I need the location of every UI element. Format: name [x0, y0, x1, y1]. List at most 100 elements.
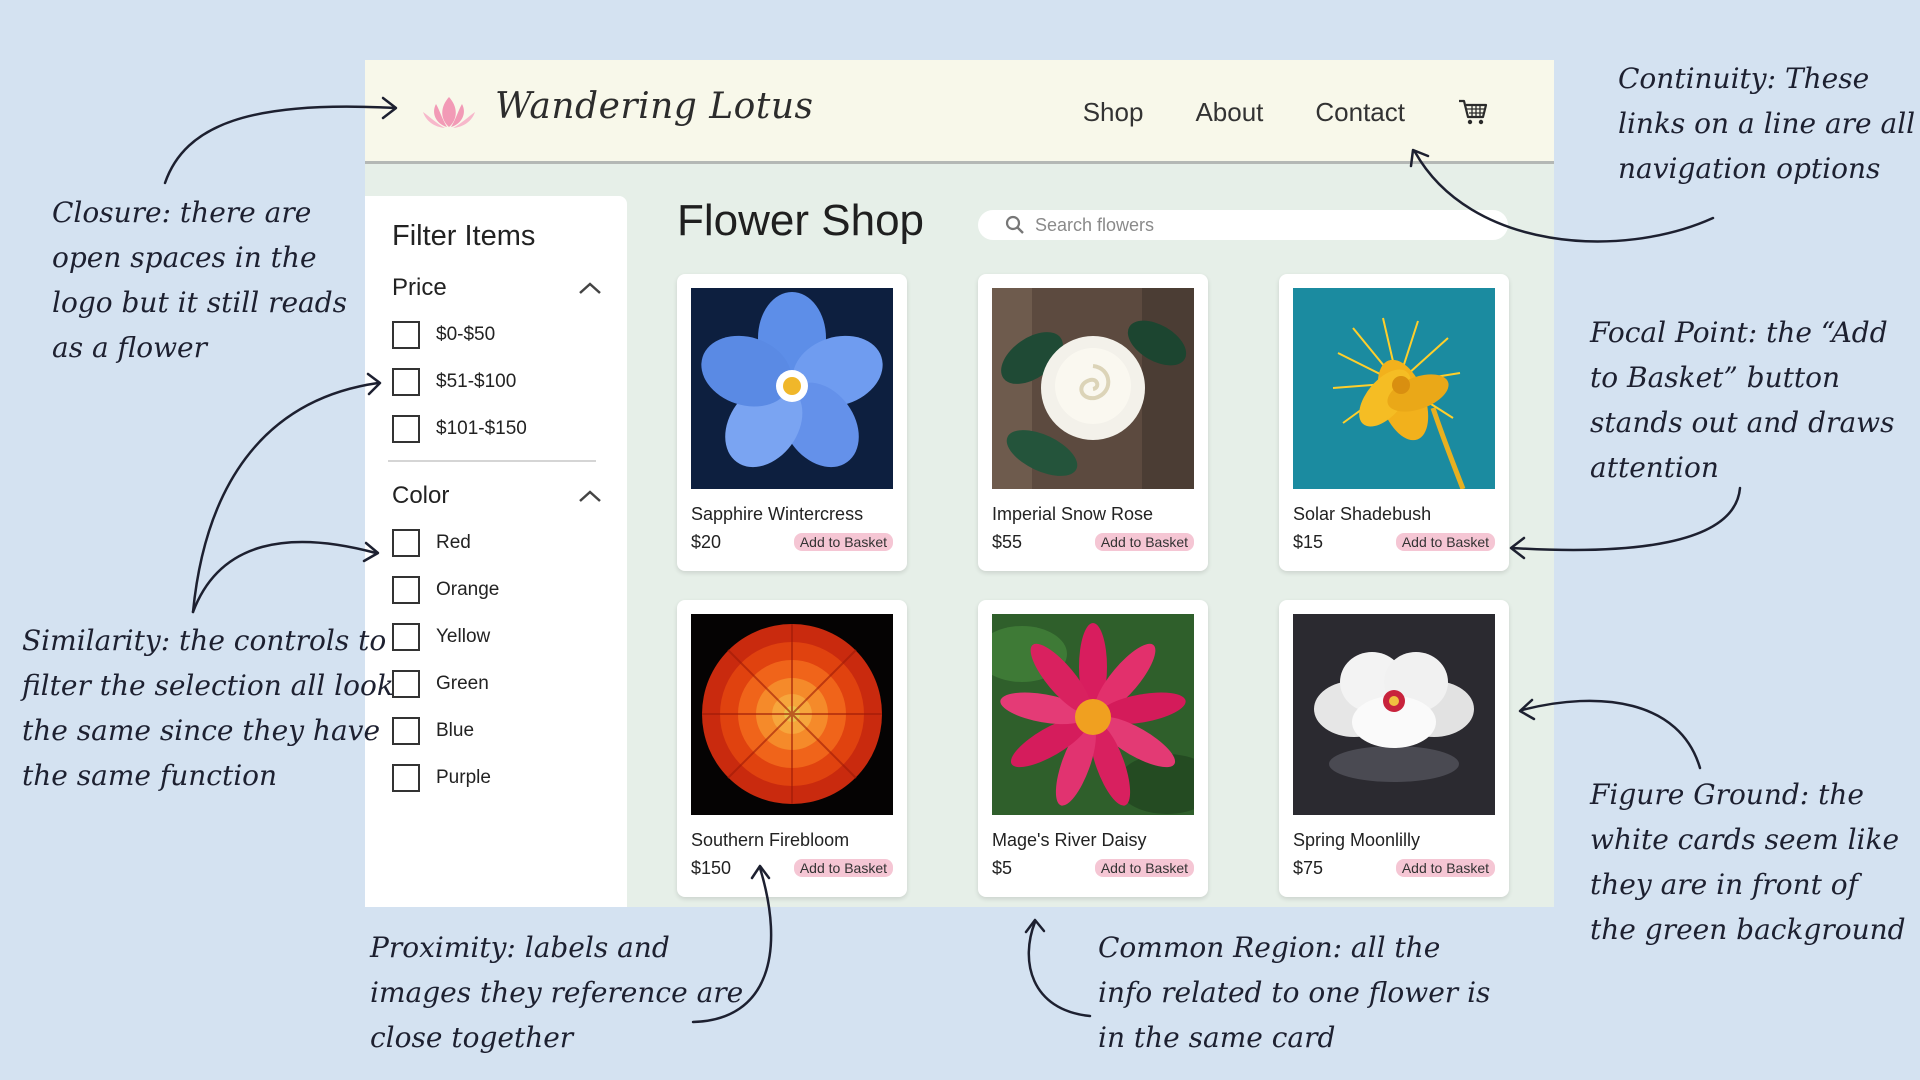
annotation-line: stands out and draws	[1590, 406, 1895, 439]
add-to-basket-button[interactable]: Add to Basket	[793, 859, 893, 877]
product-card[interactable]: Imperial Snow Rose $55 Add to Basket	[978, 274, 1208, 571]
add-to-basket-button[interactable]: Add to Basket	[1395, 859, 1495, 877]
checkbox[interactable]	[392, 717, 420, 745]
product-card[interactable]: Southern Firebloom $150 Add to Basket	[677, 600, 907, 897]
product-price: $150	[691, 858, 732, 878]
main-nav: Shop About Contact	[1083, 60, 1489, 164]
price-filter-label: Price	[392, 274, 447, 301]
nav-about-link[interactable]: About	[1195, 97, 1263, 128]
flower-shop-app: Wandering Lotus Shop About Contact Filte…	[365, 60, 1554, 907]
annotation-similarity: Similarity: the controls to filter the s…	[22, 618, 394, 798]
checkbox[interactable]	[392, 670, 420, 698]
annotation-line: Proximity: labels and	[370, 931, 670, 964]
annotation-closure: Closure: there are open spaces in the lo…	[52, 190, 347, 370]
checkbox[interactable]	[392, 529, 420, 557]
flower-image[interactable]	[691, 288, 893, 489]
flower-image[interactable]	[992, 614, 1194, 815]
cart-icon[interactable]	[1457, 96, 1489, 128]
color-option[interactable]: Green	[392, 670, 489, 698]
similarity-arrow-b	[191, 540, 378, 614]
checkbox[interactable]	[392, 576, 420, 604]
chevron-up-icon[interactable]	[578, 281, 602, 295]
color-option-label: Purple	[436, 767, 491, 788]
annotation-line: Continuity: These	[1618, 62, 1870, 95]
product-card[interactable]: Sapphire Wintercress $20 Add to Basket	[677, 274, 907, 571]
color-option[interactable]: Blue	[392, 717, 474, 745]
product-name: Spring Moonlilly	[1293, 830, 1421, 850]
nav-contact-link[interactable]: Contact	[1315, 97, 1405, 128]
color-option[interactable]: Red	[392, 529, 471, 557]
page-title: Flower Shop	[677, 196, 925, 245]
similarity-arrow-a	[191, 381, 380, 614]
product-card[interactable]: Solar Shadebush $15 Add to Basket	[1279, 274, 1509, 571]
search-placeholder: Search flowers	[1035, 214, 1155, 235]
annotation-common-region: Common Region: all the info related to o…	[1098, 925, 1490, 1060]
annotation-line: Figure Ground: the	[1590, 778, 1864, 811]
price-filter-header[interactable]: Price	[392, 274, 602, 302]
product-price: $5	[992, 858, 1013, 878]
add-to-basket-button[interactable]: Add to Basket	[1094, 533, 1194, 551]
color-option-label: Red	[436, 532, 471, 553]
annotation-line: they are in front of	[1590, 868, 1859, 901]
annotation-line: close together	[370, 1021, 574, 1054]
price-option[interactable]: $51-$100	[392, 368, 516, 396]
closure-arrow	[163, 105, 397, 185]
color-option-label: Green	[436, 673, 489, 694]
annotation-line: the same function	[22, 759, 278, 792]
checkbox[interactable]	[392, 368, 420, 396]
price-option-label: $51-$100	[436, 371, 517, 392]
annotation-line: open spaces in the	[52, 241, 317, 274]
checkbox[interactable]	[392, 764, 420, 792]
product-card[interactable]: Spring Moonlilly $75 Add to Basket	[1279, 600, 1509, 897]
nav-shop-link[interactable]: Shop	[1083, 97, 1144, 128]
search-input[interactable]: Search flowers	[978, 210, 1508, 240]
annotation-line: links on a line are all	[1618, 107, 1916, 140]
product-price: $55	[992, 532, 1023, 552]
annotation-line: Common Region: all the	[1098, 931, 1441, 964]
annotation-line: info related to one flower is	[1098, 976, 1491, 1009]
annotation-line: white cards seem like	[1590, 823, 1900, 856]
color-option[interactable]: Orange	[392, 576, 499, 604]
color-option[interactable]: Purple	[392, 764, 491, 792]
color-option-label: Yellow	[436, 626, 491, 647]
filter-sidebar: Filter Items Price $0-$50 $51-$100 $101-…	[365, 196, 627, 907]
annotation-line: in the same card	[1098, 1021, 1336, 1054]
product-price: $75	[1293, 858, 1324, 878]
flower-image[interactable]	[1293, 614, 1495, 815]
color-filter-label: Color	[392, 482, 450, 509]
add-to-basket-button[interactable]: Add to Basket	[1395, 533, 1495, 551]
product-price: $20	[691, 532, 722, 552]
filter-divider	[388, 460, 596, 462]
annotation-proximity: Proximity: labels and images they refere…	[370, 925, 743, 1060]
annotation-line: Similarity: the controls to	[22, 624, 387, 657]
annotation-line: filter the selection all look	[22, 669, 394, 702]
annotation-line: to Basket” button	[1590, 361, 1841, 394]
brand-name[interactable]: Wandering Lotus	[495, 86, 813, 127]
add-to-basket-button[interactable]: Add to Basket	[793, 533, 893, 551]
lotus-logo-icon[interactable]	[420, 93, 478, 131]
common-region-arrowhead	[1024, 918, 1046, 934]
price-option[interactable]: $0-$50	[392, 321, 495, 349]
flower-image[interactable]	[691, 614, 893, 815]
flower-image[interactable]	[1293, 288, 1495, 489]
color-filter-header[interactable]: Color	[392, 482, 602, 510]
annotation-line: attention	[1590, 451, 1719, 484]
price-option[interactable]: $101-$150	[392, 415, 527, 443]
flower-image[interactable]	[992, 288, 1194, 489]
common-region-arrow	[1027, 920, 1092, 1018]
color-option-label: Orange	[436, 579, 500, 600]
checkbox[interactable]	[392, 415, 420, 443]
product-name: Sapphire Wintercress	[691, 504, 864, 524]
chevron-up-icon[interactable]	[578, 489, 602, 503]
annotation-line: Closure: there are	[52, 196, 312, 229]
top-navigation-bar: Wandering Lotus Shop About Contact	[365, 60, 1554, 164]
add-to-basket-button[interactable]: Add to Basket	[1094, 859, 1194, 877]
color-option[interactable]: Yellow	[392, 623, 490, 651]
annotation-line: the same since they have	[22, 714, 381, 747]
checkbox[interactable]	[392, 623, 420, 651]
checkbox[interactable]	[392, 321, 420, 349]
product-name: Southern Firebloom	[691, 830, 850, 850]
product-card[interactable]: Mage's River Daisy $5 Add to Basket	[978, 600, 1208, 897]
product-price: $15	[1293, 532, 1324, 552]
filter-title: Filter Items	[392, 220, 536, 252]
